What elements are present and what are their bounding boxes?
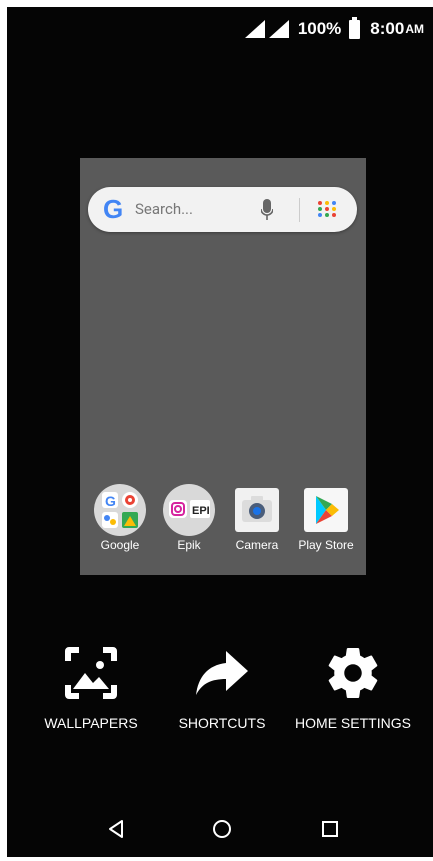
back-button[interactable] [106, 819, 126, 843]
app-play-store[interactable]: Play Store [296, 486, 356, 552]
app-drawer-icon[interactable] [318, 201, 337, 217]
home-icon [213, 820, 231, 838]
google-search-bar[interactable]: G Search... [88, 187, 357, 232]
camera-icon [233, 486, 281, 534]
svg-text:EPI: EPI [192, 505, 210, 517]
app-google-folder[interactable]: G Google [90, 484, 150, 552]
battery-icon [349, 16, 361, 39]
clock-ampm: AM [405, 22, 424, 36]
app-label: Google [100, 538, 140, 552]
wallpapers-label: WALLPAPERS [44, 715, 138, 731]
home-settings-button[interactable]: HOME SETTINGS [293, 643, 413, 731]
wallpapers-button[interactable]: WALLPAPERS [41, 643, 141, 731]
svg-text:G: G [105, 493, 116, 509]
home-button[interactable] [212, 819, 232, 843]
app-label: Epik [177, 538, 201, 552]
microphone-icon[interactable] [261, 199, 273, 221]
shortcuts-button[interactable]: SHORTCUTS [172, 643, 272, 731]
recents-icon [322, 821, 338, 837]
app-label: Camera [235, 538, 279, 552]
signal-icon [268, 20, 289, 38]
recents-button[interactable] [320, 819, 340, 843]
google-folder-icon: G [94, 484, 146, 536]
back-icon [109, 820, 123, 838]
battery-percent: 100% [297, 19, 342, 38]
clock: 8:00 [370, 19, 405, 38]
share-arrow-icon [192, 643, 252, 703]
shortcuts-label: SHORTCUTS [178, 715, 266, 731]
home-screen-editor: 100% 8:00 AM G Search... G Google EPI Ep… [7, 7, 433, 857]
status-bar: 100% 8:00 AM [244, 16, 424, 41]
app-epik-folder[interactable]: EPI Epik [159, 484, 219, 552]
google-logo-icon: G [103, 194, 124, 224]
home-settings-label: HOME SETTINGS [295, 715, 411, 731]
gear-icon [323, 643, 383, 703]
home-preview[interactable]: G Search... G Google EPI Epik Camera Pla… [80, 158, 366, 575]
epik-folder-icon: EPI [163, 484, 215, 536]
search-divider [299, 198, 300, 222]
signal-icons [244, 20, 289, 38]
wallpaper-icon [61, 643, 121, 703]
search-placeholder: Search... [135, 200, 193, 218]
signal-icon [244, 20, 265, 38]
app-camera[interactable]: Camera [227, 486, 287, 552]
app-label: Play Store [298, 538, 354, 552]
play-store-icon [302, 486, 350, 534]
